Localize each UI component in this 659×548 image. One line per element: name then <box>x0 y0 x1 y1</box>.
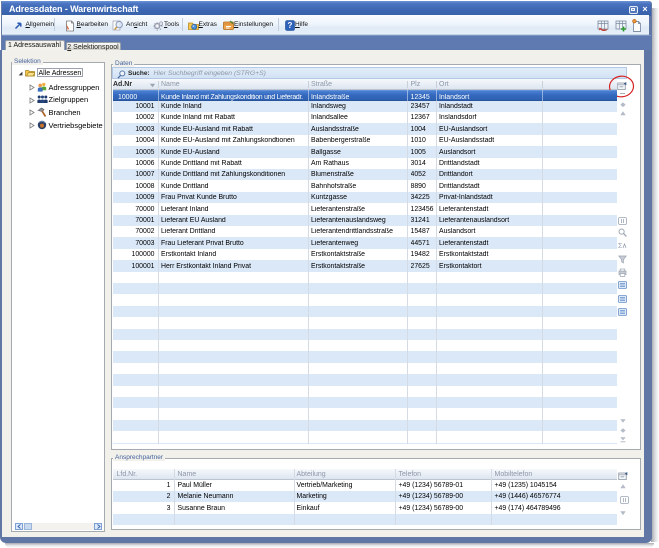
svg-text:?: ? <box>287 21 292 30</box>
svg-text:Σ: Σ <box>618 243 623 250</box>
